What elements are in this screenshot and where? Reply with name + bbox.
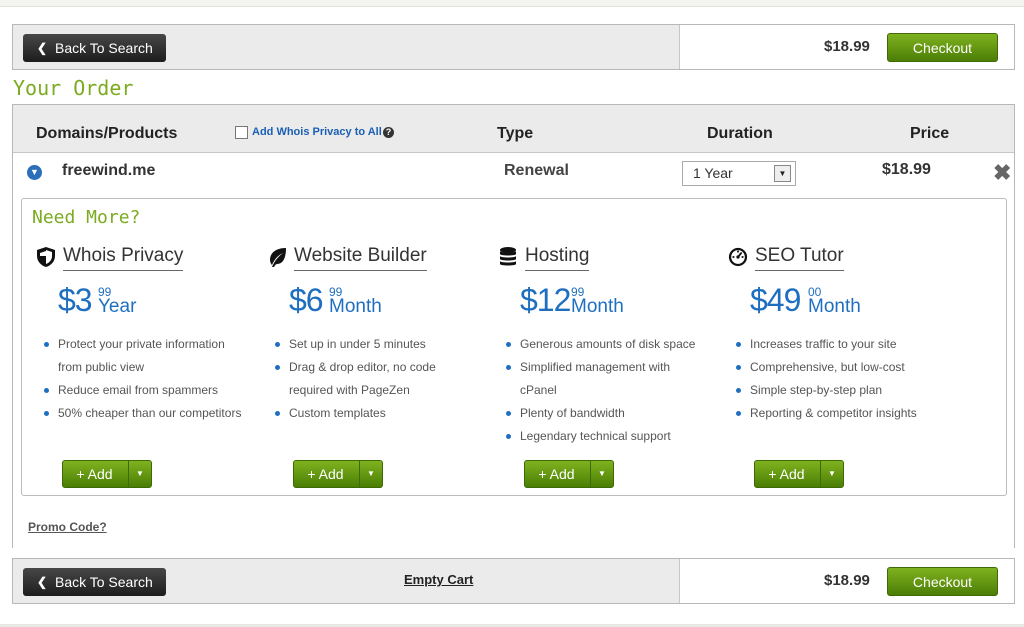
feature-list: Increases traffic to your site Comprehen… — [728, 333, 950, 425]
duration-select[interactable]: 1 Year ▼ — [682, 161, 796, 186]
list-item: Simplified management with — [506, 356, 720, 379]
row-price: $18.99 — [882, 161, 931, 178]
top-total-panel: $18.99 Checkout — [679, 25, 1014, 69]
close-icon[interactable]: ✖ — [993, 160, 1011, 186]
back-to-search-button[interactable]: ❮ Back To Search — [23, 568, 166, 596]
back-to-search-label: Back To Search — [55, 40, 153, 56]
product-price: $6 99 Month — [289, 282, 382, 318]
whois-privacy-all-checkbox[interactable] — [235, 126, 248, 139]
chevron-down-icon[interactable]: ▼ — [27, 165, 42, 180]
list-item: Comprehensive, but low-cost — [736, 356, 950, 379]
list-item: Generous amounts of disk space — [506, 333, 720, 356]
product-whois-privacy: Whois Privacy $3 99 Year Protect your priv… — [36, 244, 261, 494]
page-top-texture — [0, 0, 1024, 7]
checkout-button[interactable]: Checkout — [887, 567, 998, 596]
back-to-search-label: Back To Search — [55, 574, 153, 590]
add-website-builder-button[interactable]: + Add ▼ — [293, 460, 383, 488]
bottom-action-bar: ❮ Back To Search Empty Cart $18.99 Check… — [12, 558, 1015, 604]
list-item: Increases traffic to your site — [736, 333, 950, 356]
help-icon[interactable]: ? — [383, 127, 394, 138]
list-item: Legendary technical support — [506, 425, 720, 448]
product-title: Whois Privacy — [63, 245, 184, 271]
caret-down-icon[interactable]: ▼ — [591, 461, 613, 487]
database-icon — [500, 247, 516, 266]
order-table: Domains/Products Add Whois Privacy to Al… — [12, 104, 1015, 548]
product-price: $49 00 Month — [750, 282, 861, 318]
shield-icon — [37, 247, 55, 267]
upsell-panel: Need More? Whois Privacy $3 99 Year Protec… — [21, 198, 1007, 496]
leaf-icon — [270, 248, 286, 267]
feature-list: Set up in under 5 minutes Drag & drop ed… — [267, 333, 489, 425]
header-price: Price — [910, 125, 950, 142]
empty-cart-link[interactable]: Empty Cart — [404, 572, 473, 587]
list-item: cPanel — [520, 383, 557, 397]
gauge-icon — [728, 247, 748, 267]
bottom-total-panel: $18.99 Checkout — [679, 559, 1014, 603]
table-row: ▼ freewind.me Renewal 1 Year ▼ $18.99 ✖ … — [13, 152, 1014, 548]
product-title: Hosting — [525, 245, 590, 271]
duration-value: 1 Year — [693, 165, 733, 181]
add-whois-privacy-button[interactable]: + Add ▼ — [62, 460, 152, 488]
list-item: Reduce email from spammers — [44, 379, 258, 402]
product-title: Website Builder — [294, 245, 427, 271]
whois-privacy-all-link[interactable]: Add Whois Privacy to All — [252, 126, 382, 138]
need-more-heading: Need More? — [32, 207, 141, 228]
header-domains: Domains/Products — [36, 125, 178, 142]
list-item: Plenty of bandwidth — [506, 402, 720, 425]
list-item: Custom templates — [275, 402, 489, 425]
product-title: SEO Tutor — [755, 245, 844, 271]
checkout-button[interactable]: Checkout — [887, 33, 998, 62]
add-seo-tutor-button[interactable]: + Add ▼ — [754, 460, 844, 488]
chevron-left-icon: ❮ — [37, 41, 48, 55]
header-type: Type — [497, 125, 534, 142]
product-website-builder: Website Builder $6 99 Month Set up in unde… — [267, 244, 492, 494]
feature-list: Protect your private information from pu… — [36, 333, 258, 425]
list-item: Reporting & competitor insights — [736, 402, 950, 425]
list-item: Protect your private information — [44, 333, 258, 356]
top-action-bar: ❮ Back To Search $18.99 Checkout — [12, 24, 1015, 70]
product-hosting: Hosting $12 99 Month Generous amounts of d… — [498, 244, 723, 494]
product-seo-tutor: SEO Tutor $49 00 Month Increases traffic t… — [728, 244, 953, 494]
domain-name: freewind.me — [62, 162, 156, 179]
feature-list: Generous amounts of disk space Simplifie… — [498, 333, 720, 448]
caret-down-icon[interactable]: ▼ — [129, 461, 151, 487]
header-duration: Duration — [707, 125, 773, 142]
cart-total: $18.99 — [824, 572, 870, 589]
chevron-left-icon: ❮ — [37, 575, 48, 589]
list-item: Simple step-by-step plan — [736, 379, 950, 402]
product-price: $3 99 Year — [58, 282, 137, 318]
cart-total: $18.99 — [824, 38, 870, 55]
caret-down-icon[interactable]: ▼ — [360, 461, 382, 487]
list-item: required with PageZen — [289, 383, 410, 397]
row-type: Renewal — [504, 162, 569, 179]
list-item: Drag & drop editor, no code — [275, 356, 489, 379]
your-order-heading: Your Order — [13, 76, 134, 100]
list-item: Set up in under 5 minutes — [275, 333, 489, 356]
add-hosting-button[interactable]: + Add ▼ — [524, 460, 614, 488]
back-to-search-button[interactable]: ❮ Back To Search — [23, 34, 166, 62]
product-price: $12 99 Month — [520, 282, 624, 318]
list-item: from public view — [58, 360, 145, 374]
promo-code-link[interactable]: Promo Code? — [28, 520, 107, 534]
list-item: 50% cheaper than our competitors — [44, 402, 258, 425]
caret-down-icon[interactable]: ▼ — [821, 461, 843, 487]
dropdown-arrow-icon: ▼ — [774, 165, 791, 182]
